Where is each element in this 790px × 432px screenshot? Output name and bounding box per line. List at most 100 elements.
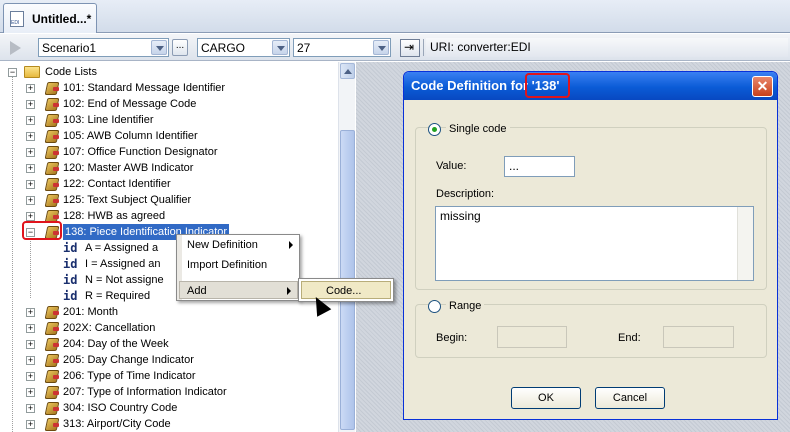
chevron-down-icon[interactable] (272, 40, 288, 55)
expand-icon[interactable]: + (26, 196, 35, 205)
dialog-titlebar[interactable]: Code Definition for '138' ✕ (404, 72, 777, 100)
message-select[interactable]: CARGO (197, 38, 290, 57)
tree-item-label: 304: ISO Country Code (63, 402, 178, 414)
tree-item-label: 101: Standard Message Identifier (63, 82, 226, 94)
expand-icon[interactable]: + (26, 84, 35, 93)
description-text: missing (440, 209, 481, 223)
tree-item-label: 201: Month (63, 306, 119, 318)
code-list-icon (44, 337, 60, 351)
expand-icon[interactable]: + (26, 388, 35, 397)
scenario-value: Scenario1 (42, 41, 97, 55)
collapse-icon[interactable]: − (8, 68, 17, 77)
begin-field[interactable] (497, 326, 567, 348)
code-list-icon (44, 81, 60, 95)
id-icon: id (63, 257, 78, 271)
submenu-arrow-icon (289, 241, 293, 249)
message-value: CARGO (201, 41, 246, 55)
tree-item-label: 202X: Cancellation (63, 322, 156, 334)
tree-item-label: 122: Contact Identifier (63, 178, 171, 190)
expand-icon[interactable]: + (26, 180, 35, 189)
document-tab[interactable]: Untitled...* (3, 3, 97, 33)
chevron-down-icon[interactable] (373, 40, 389, 55)
version-select[interactable]: 27 (293, 38, 391, 57)
description-scrollbar[interactable] (737, 207, 753, 280)
goto-uri-button[interactable] (400, 39, 420, 57)
tree-item-label: 207: Type of Information Indicator (63, 386, 227, 398)
value-field[interactable]: ... (504, 156, 575, 177)
tree-item-label: 205: Day Change Indicator (63, 354, 194, 366)
range-label: Range (446, 300, 485, 312)
tree-item-label: 105: AWB Column Identifier (63, 130, 198, 142)
tree-item-label: 128: HWB as agreed (63, 210, 166, 222)
menu-item-add[interactable]: Add (179, 281, 298, 299)
end-label: End: (618, 332, 641, 344)
toolbar: Scenario1 ... CARGO 27 URI: converter:ED… (0, 34, 790, 61)
cancel-button[interactable]: Cancel (595, 387, 665, 409)
code-list-icon (44, 129, 60, 143)
range-radio[interactable] (428, 300, 441, 313)
tree-item-label: 102: End of Message Code (63, 98, 197, 110)
edi-document-icon (10, 11, 24, 27)
tree-line (30, 238, 31, 298)
code-definition-dialog: Code Definition for '138' ✕ Single code … (403, 71, 778, 420)
tree-item-label: 120: Master AWB Indicator (63, 162, 194, 174)
expand-icon[interactable]: + (26, 324, 35, 333)
tree-item-label: 206: Type of Time Indicator (63, 370, 196, 382)
code-entry-label: I = Assigned an (85, 258, 161, 270)
code-list-icon (44, 145, 60, 159)
expand-icon[interactable]: + (26, 132, 35, 141)
tree-item-label: 313: Airport/City Code (63, 418, 171, 430)
expand-icon[interactable]: + (26, 212, 35, 221)
context-menu: New Definition Import Definition Add (176, 234, 300, 301)
scenario-select[interactable]: Scenario1 (38, 38, 169, 57)
browse-button[interactable]: ... (172, 39, 188, 56)
expand-icon[interactable]: + (26, 100, 35, 109)
expand-icon[interactable]: + (26, 404, 35, 413)
code-list-icon (44, 385, 60, 399)
document-tab-bar: Untitled...* (0, 0, 790, 33)
single-code-radio[interactable] (428, 123, 441, 136)
chevron-down-icon[interactable] (151, 40, 167, 55)
expand-icon[interactable]: + (26, 148, 35, 157)
ok-button[interactable]: OK (511, 387, 581, 409)
dialog-title-prefix: Code Definition for (411, 78, 532, 93)
code-list-icon (44, 97, 60, 111)
single-code-label: Single code (446, 123, 510, 135)
code-list-icon (44, 305, 60, 319)
highlight-box (525, 73, 570, 98)
code-list-icon (44, 177, 60, 191)
tree-item-label: 103: Line Identifier (63, 114, 154, 126)
code-list-icon (44, 321, 60, 335)
end-field[interactable] (663, 326, 734, 348)
tree-line (12, 74, 13, 432)
menu-item-label: New Definition (187, 239, 258, 251)
menu-item-import-definition[interactable]: Import Definition (183, 256, 299, 274)
begin-label: Begin: (436, 332, 468, 344)
menu-item-label: Code... (326, 285, 362, 297)
menu-item-label: Add (187, 285, 207, 297)
expand-icon[interactable]: + (26, 340, 35, 349)
id-icon: id (63, 241, 78, 255)
folder-icon (24, 66, 40, 78)
expand-icon[interactable]: + (26, 308, 35, 317)
description-field[interactable]: missing (435, 206, 754, 281)
expand-icon[interactable]: + (26, 420, 35, 429)
code-list-icon (44, 417, 60, 431)
submenu-arrow-icon (287, 287, 291, 295)
code-list-icon (44, 369, 60, 383)
tree-item-label: 107: Office Function Designator (63, 146, 218, 158)
expand-icon[interactable]: + (26, 356, 35, 365)
run-icon[interactable] (10, 41, 21, 55)
description-label: Description: (436, 188, 495, 200)
expand-icon[interactable]: + (26, 372, 35, 381)
close-button[interactable]: ✕ (752, 76, 773, 97)
menu-item-new-definition[interactable]: New Definition (183, 236, 299, 254)
scroll-up-icon[interactable] (340, 63, 355, 79)
expand-icon[interactable]: + (26, 164, 35, 173)
tree-item-label: 204: Day of the Week (63, 338, 169, 350)
highlight-box (22, 221, 62, 240)
id-icon: id (63, 289, 78, 303)
tree-scrollbar[interactable] (338, 62, 355, 432)
expand-icon[interactable]: + (26, 116, 35, 125)
id-icon: id (63, 273, 78, 287)
